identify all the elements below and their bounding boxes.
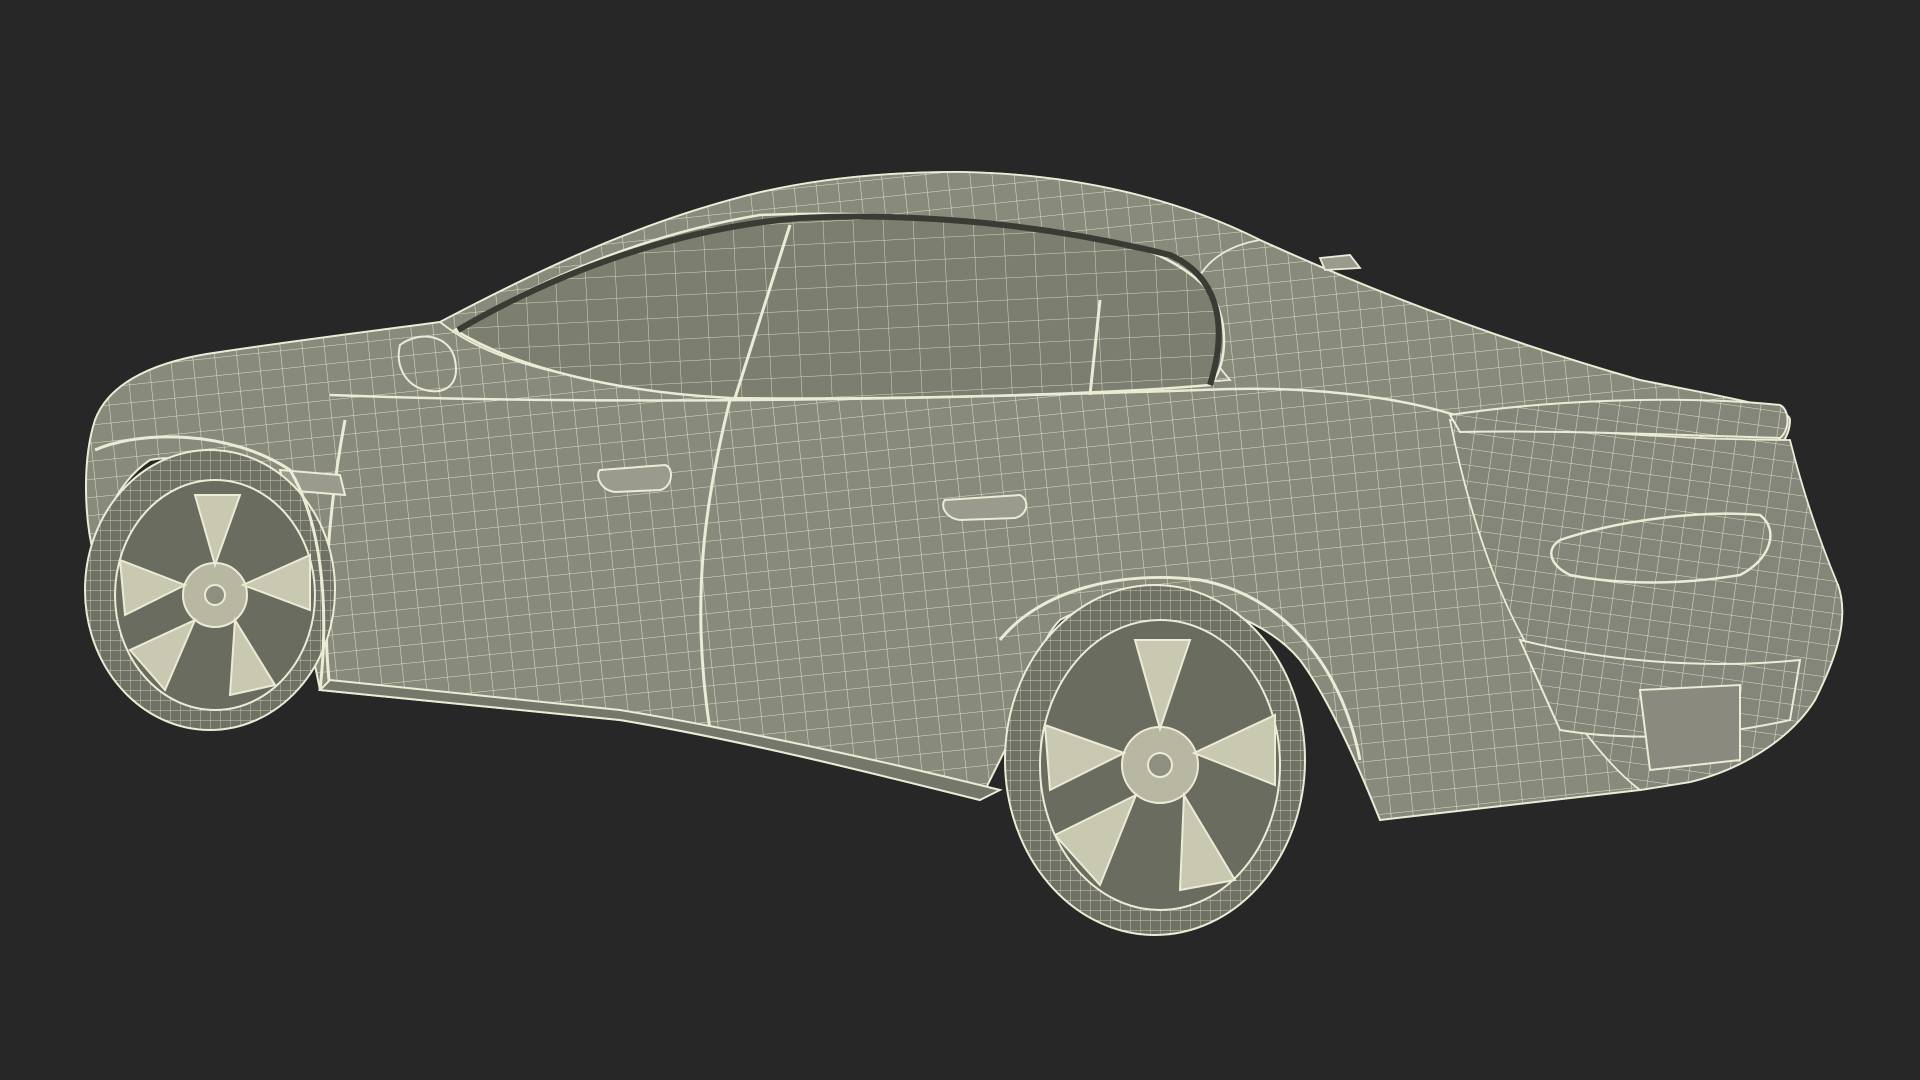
front-wheel <box>84 449 336 731</box>
rear-wheel <box>1004 584 1306 936</box>
front-door-handle[interactable] <box>597 463 672 494</box>
roof-antenna <box>1318 254 1362 271</box>
rear-door-handle[interactable] <box>942 493 1028 522</box>
render-viewport <box>0 0 1920 1080</box>
car-wireframe-render <box>84 170 1844 936</box>
license-plate-area <box>1638 683 1741 772</box>
